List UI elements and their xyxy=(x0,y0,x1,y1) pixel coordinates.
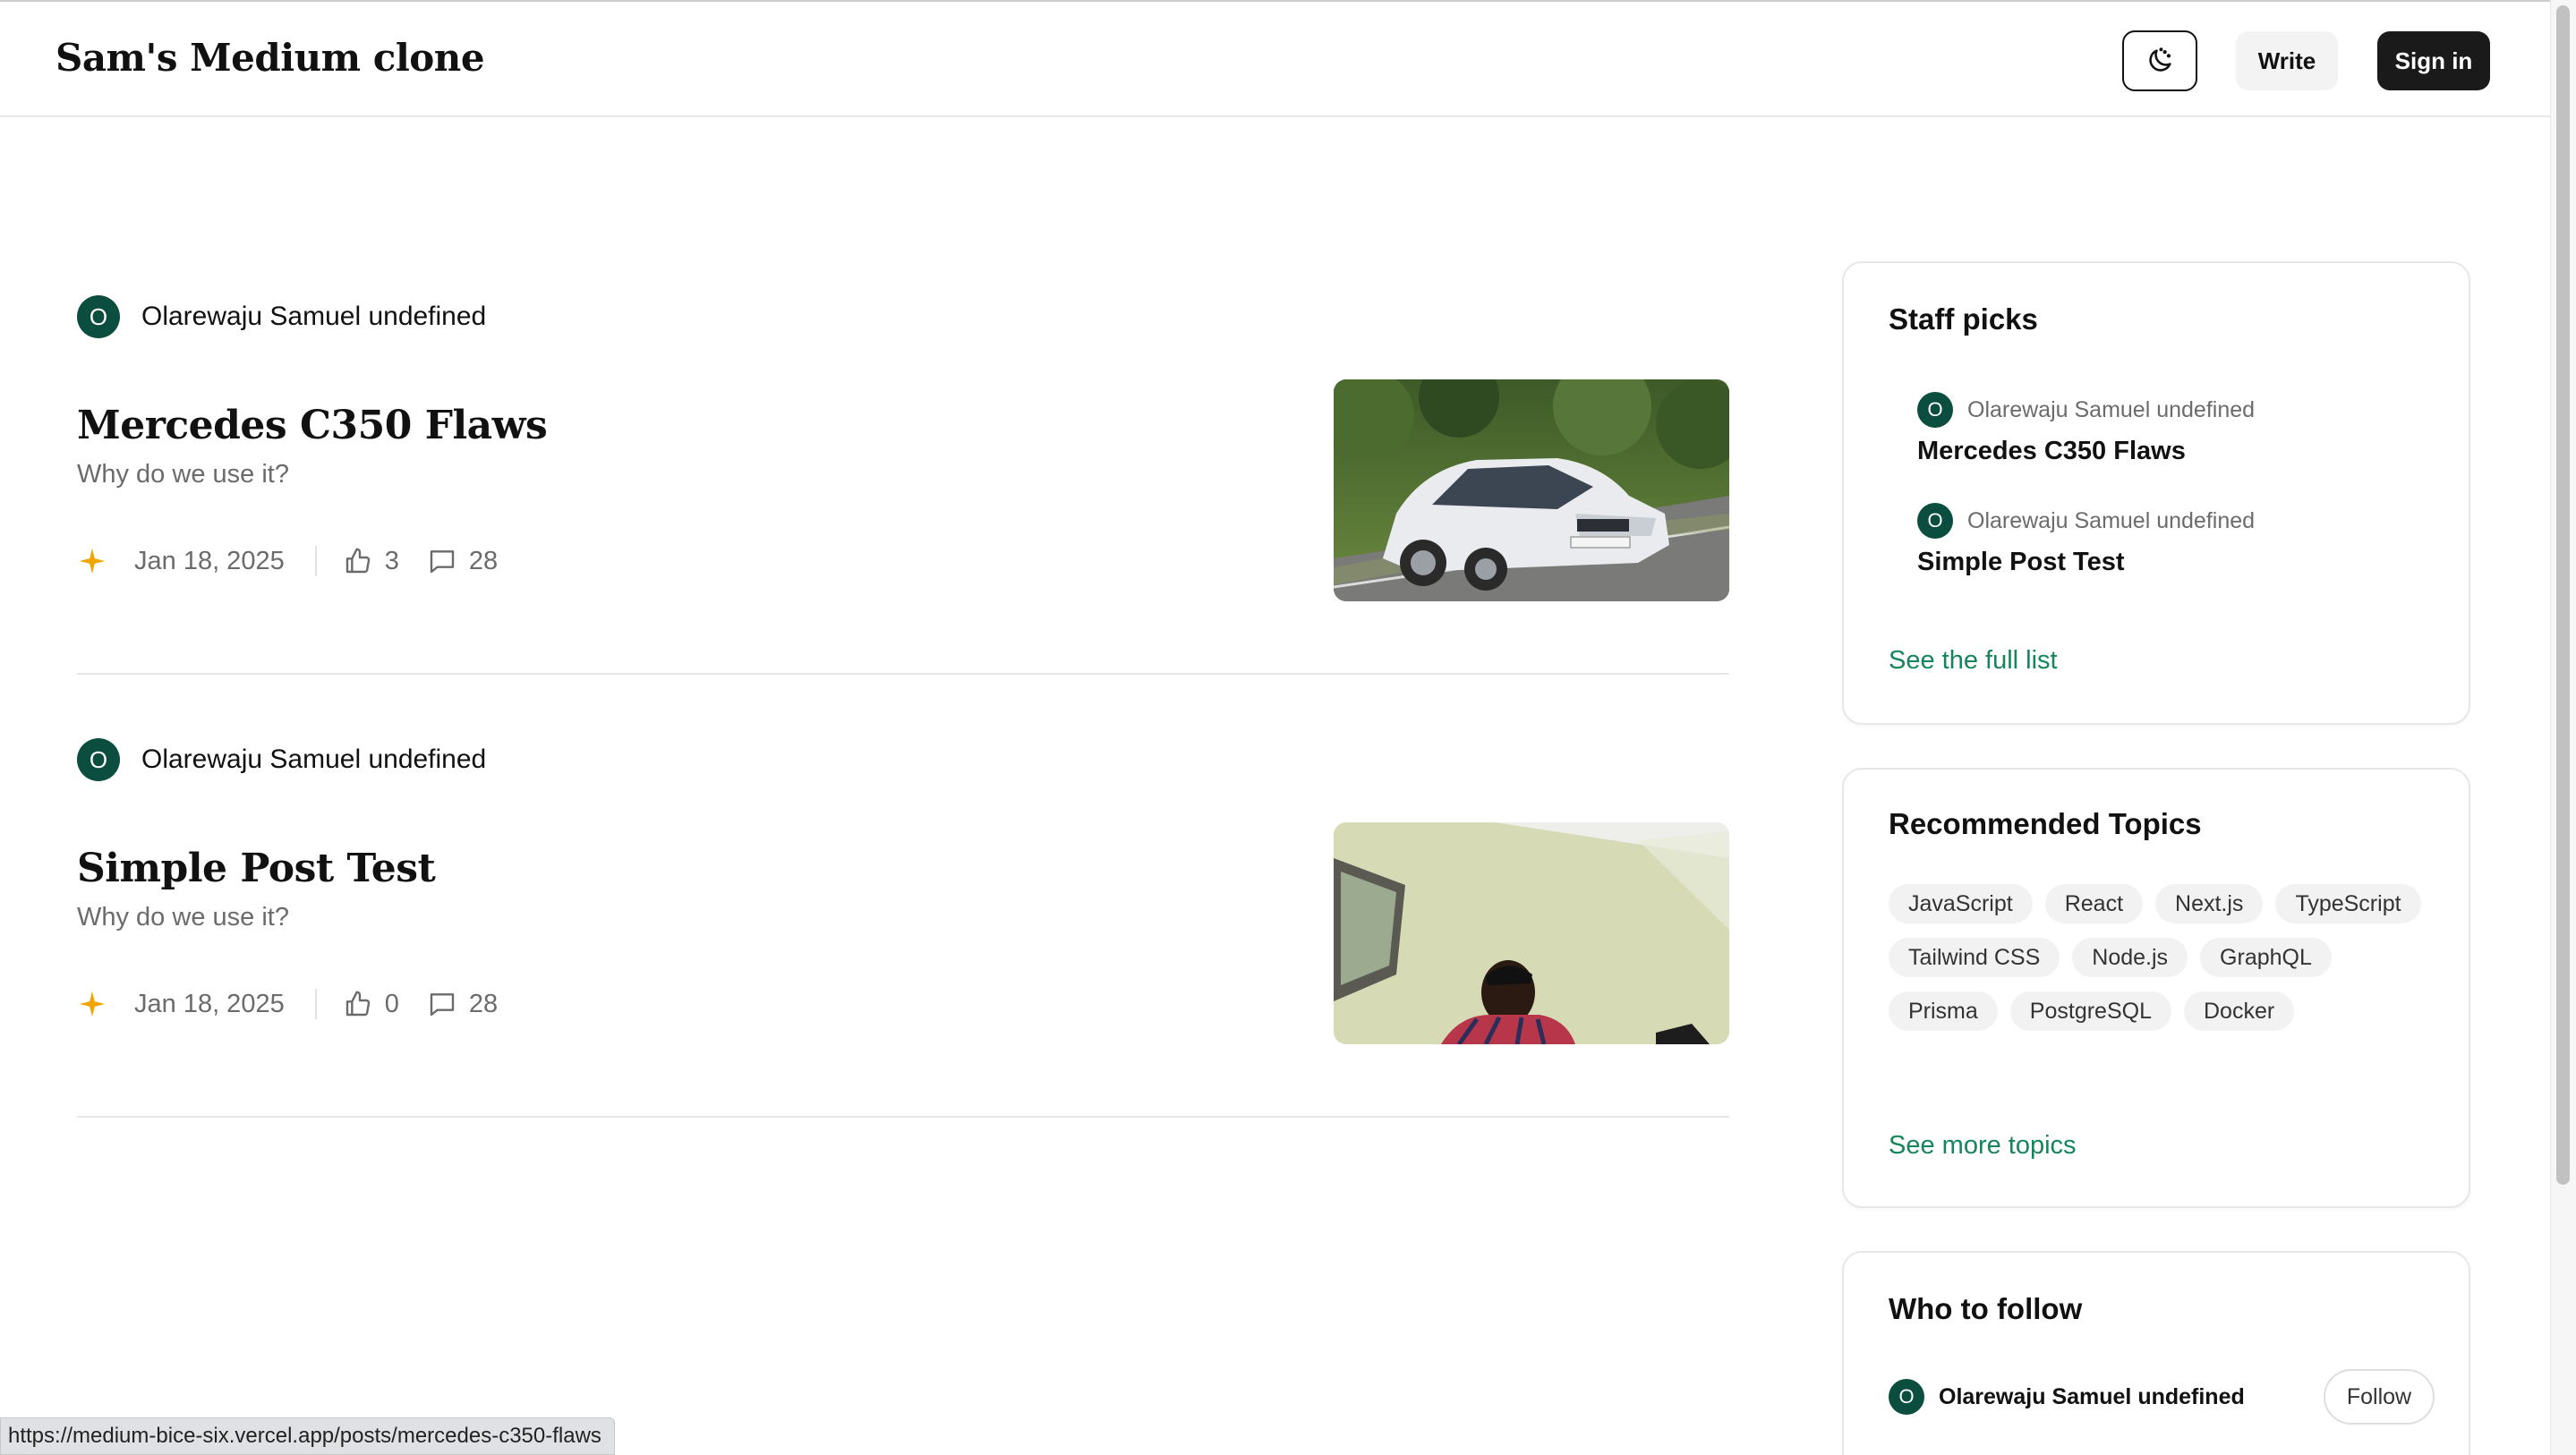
staff-picks-title: Staff picks xyxy=(1889,302,2038,336)
who-to-follow-card: Who to follow O Olarewaju Samuel undefin… xyxy=(1842,1251,2470,1455)
recommended-topics-card: Recommended Topics JavaScript React Next… xyxy=(1842,768,2470,1208)
post-title[interactable]: Mercedes C350 Flaws xyxy=(77,403,548,448)
topic-chip[interactable]: PostgreSQL xyxy=(2009,991,2171,1031)
see-more-topics-link[interactable]: See more topics xyxy=(1889,1131,2077,1161)
comment-icon xyxy=(430,550,455,574)
car-image xyxy=(1334,379,1729,601)
avatar: O xyxy=(77,295,120,338)
topic-chip[interactable]: Docker xyxy=(2183,991,2295,1031)
avatar: O xyxy=(1889,1379,1924,1415)
staff-pick-item[interactable]: O Olarewaju Samuel undefined Mercedes C3… xyxy=(1917,392,2255,466)
follow-button[interactable]: Follow xyxy=(2324,1369,2435,1425)
meta-divider xyxy=(314,546,317,576)
pick-title[interactable]: Simple Post Test xyxy=(1917,548,2255,577)
avatar: O xyxy=(1917,503,1953,539)
staff-picks-card: Staff picks O Olarewaju Samuel undefined… xyxy=(1842,261,2470,725)
site-brand[interactable]: Sam's Medium clone xyxy=(55,36,485,80)
status-bar-url: https://medium-bice-six.vercel.app/posts… xyxy=(0,1417,615,1455)
author-name: Olarewaju Samuel undefined xyxy=(141,745,487,774)
post-title[interactable]: Simple Post Test xyxy=(77,846,436,891)
feed-divider xyxy=(77,673,1729,675)
moon-icon xyxy=(2149,47,2171,72)
feed-divider xyxy=(77,1116,1729,1118)
post-subtitle: Why do we use it? xyxy=(77,903,289,932)
post-author[interactable]: O Olarewaju Samuel undefined xyxy=(77,295,486,338)
sparkle-icon xyxy=(79,991,106,1017)
post-card[interactable]: O Olarewaju Samuel undefined Mercedes C3… xyxy=(77,295,1729,608)
who-to-follow-title: Who to follow xyxy=(1889,1292,2083,1325)
like-count[interactable]: 3 xyxy=(344,547,399,576)
topic-chip[interactable]: React xyxy=(2044,884,2144,923)
pick-title[interactable]: Mercedes C350 Flaws xyxy=(1917,437,2255,466)
comment-icon xyxy=(430,993,455,1017)
sign-in-button[interactable]: Sign in xyxy=(2377,31,2490,90)
follow-suggestion-name[interactable]: Olarewaju Samuel undefined xyxy=(1939,1384,2324,1410)
avatar: O xyxy=(1917,392,1953,428)
topic-chip[interactable]: Tailwind CSS xyxy=(1889,938,2060,977)
comment-count-value: 28 xyxy=(468,989,499,1018)
topic-chip[interactable]: Next.js xyxy=(2155,884,2264,923)
top-nav: Sam's Medium clone Write Sign in xyxy=(0,0,2550,117)
like-count[interactable]: 0 xyxy=(344,990,399,1019)
topic-chip[interactable]: TypeScript xyxy=(2275,884,2421,923)
meta-divider xyxy=(314,989,317,1019)
post-thumbnail[interactable] xyxy=(1334,822,1729,1044)
topic-chip[interactable]: Node.js xyxy=(2072,938,2188,977)
post-thumbnail[interactable] xyxy=(1334,379,1729,601)
post-author[interactable]: O Olarewaju Samuel undefined xyxy=(77,738,486,781)
thumbs-up-icon xyxy=(345,548,370,574)
post-meta: Jan 18, 2025 3 28 xyxy=(77,546,498,576)
staff-pick-item[interactable]: O Olarewaju Samuel undefined Simple Post… xyxy=(1917,503,2255,577)
thumbs-up-icon xyxy=(345,991,370,1017)
follow-suggestion: O Olarewaju Samuel undefined Follow xyxy=(1889,1369,2435,1425)
like-count-value: 3 xyxy=(384,546,399,575)
avatar: O xyxy=(77,738,120,781)
topic-list: JavaScript React Next.js TypeScript Tail… xyxy=(1889,884,2444,1031)
comment-count[interactable]: 28 xyxy=(428,990,498,1019)
comment-count-value: 28 xyxy=(468,546,499,575)
recommended-topics-title: Recommended Topics xyxy=(1889,807,2202,840)
post-subtitle: Why do we use it? xyxy=(77,460,289,489)
post-meta: Jan 18, 2025 0 28 xyxy=(77,989,498,1019)
scrollbar-thumb[interactable] xyxy=(2556,5,2570,1185)
post-card[interactable]: O Olarewaju Samuel undefined Simple Post… xyxy=(77,738,1729,1051)
theme-toggle-button[interactable] xyxy=(2122,30,2197,91)
topic-chip[interactable]: JavaScript xyxy=(1889,884,2033,923)
pick-author-name: Olarewaju Samuel undefined xyxy=(1967,507,2256,533)
post-date: Jan 18, 2025 xyxy=(134,989,285,1018)
like-count-value: 0 xyxy=(384,989,399,1018)
person-image xyxy=(1334,822,1729,1044)
sparkle-icon xyxy=(79,548,106,574)
topic-chip[interactable]: Prisma xyxy=(1889,991,1998,1031)
write-button[interactable]: Write xyxy=(2236,31,2338,90)
post-date: Jan 18, 2025 xyxy=(134,546,285,575)
comment-count[interactable]: 28 xyxy=(428,547,498,576)
topic-chip[interactable]: GraphQL xyxy=(2200,938,2332,977)
see-full-list-link[interactable]: See the full list xyxy=(1889,646,2058,676)
author-name: Olarewaju Samuel undefined xyxy=(141,302,487,331)
pick-author-name: Olarewaju Samuel undefined xyxy=(1967,396,2256,422)
